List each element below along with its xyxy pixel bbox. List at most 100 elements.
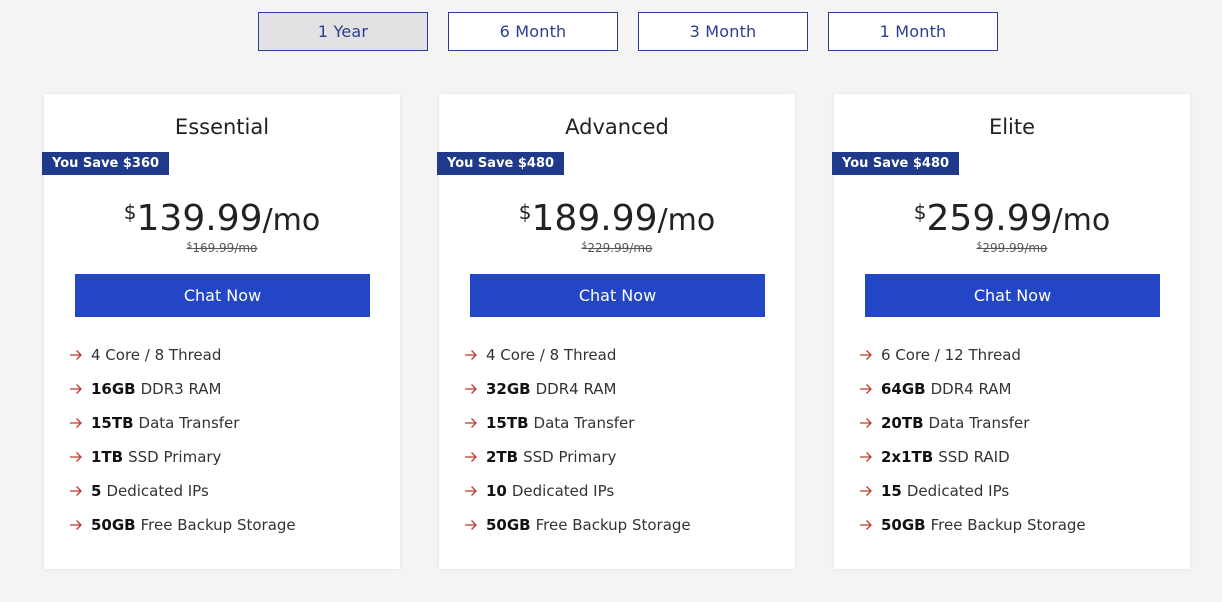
feature-item: 64GB DDR4 RAM bbox=[859, 372, 1086, 406]
feature-item: 2TB SSD Primary bbox=[464, 440, 691, 474]
price-amount: 259.99 bbox=[926, 198, 1053, 239]
feature-text: Data Transfer bbox=[928, 414, 1030, 432]
plan-name: Essential bbox=[174, 115, 270, 139]
feature-value: 5 bbox=[91, 482, 102, 500]
original-price: $169.99/mo bbox=[44, 241, 400, 255]
feature-value: 15TB bbox=[486, 414, 529, 432]
feature-text: DDR4 RAM bbox=[535, 380, 617, 398]
arrow-right-icon bbox=[69, 383, 83, 395]
feature-text: DDR4 RAM bbox=[930, 380, 1012, 398]
arrow-right-icon bbox=[859, 383, 873, 395]
feature-value: 10 bbox=[486, 482, 507, 500]
feature-item: 20TB Data Transfer bbox=[859, 406, 1086, 440]
original-price: $229.99/mo bbox=[439, 241, 795, 255]
price-period: /mo bbox=[657, 203, 716, 238]
feature-value: 15 bbox=[881, 482, 902, 500]
feature-text: 4 Core / 8 Thread bbox=[91, 346, 222, 364]
plan-name: Advanced bbox=[565, 115, 669, 139]
arrow-right-icon bbox=[464, 383, 478, 395]
feature-text: Free Backup Storage bbox=[140, 516, 296, 534]
feature-value: 15TB bbox=[91, 414, 134, 432]
feature-value: 16GB bbox=[91, 380, 136, 398]
feature-text: Free Backup Storage bbox=[930, 516, 1086, 534]
feature-value: 20TB bbox=[881, 414, 924, 432]
currency-symbol: $ bbox=[518, 200, 532, 224]
plan-price: $139.99/mo bbox=[44, 198, 400, 239]
plan-cards: Essential You Save $360 $139.99/mo $169.… bbox=[42, 94, 1190, 569]
feature-item: 50GB Free Backup Storage bbox=[464, 508, 691, 542]
arrow-right-icon bbox=[69, 519, 83, 531]
feature-value: 50GB bbox=[91, 516, 136, 534]
feature-value: 32GB bbox=[486, 380, 531, 398]
feature-value: 2x1TB bbox=[881, 448, 934, 466]
feature-item: 15TB Data Transfer bbox=[69, 406, 296, 440]
feature-value: 50GB bbox=[881, 516, 926, 534]
old-price-amount: 299.99/mo bbox=[982, 241, 1048, 255]
savings-badge: You Save $480 bbox=[437, 152, 565, 175]
feature-item: 50GB Free Backup Storage bbox=[859, 508, 1086, 542]
feature-value: 1TB bbox=[91, 448, 124, 466]
arrow-right-icon bbox=[859, 451, 873, 463]
tab-6-month[interactable]: 6 Month bbox=[448, 12, 618, 51]
price-period: /mo bbox=[1052, 203, 1111, 238]
feature-text: 6 Core / 12 Thread bbox=[881, 346, 1021, 364]
arrow-right-icon bbox=[464, 417, 478, 429]
tab-3-month[interactable]: 3 Month bbox=[638, 12, 808, 51]
feature-item: 2x1TB SSD RAID bbox=[859, 440, 1086, 474]
arrow-right-icon bbox=[69, 417, 83, 429]
feature-text: Dedicated IPs bbox=[511, 482, 615, 500]
feature-value: 50GB bbox=[486, 516, 531, 534]
feature-item: 1TB SSD Primary bbox=[69, 440, 296, 474]
feature-item: 5 Dedicated IPs bbox=[69, 474, 296, 508]
chat-now-button[interactable]: Chat Now bbox=[75, 274, 370, 317]
plan-card-advanced: Advanced You Save $480 $189.99/mo $229.9… bbox=[437, 94, 795, 569]
feature-item: 16GB DDR3 RAM bbox=[69, 372, 296, 406]
tab-1-month[interactable]: 1 Month bbox=[828, 12, 998, 51]
feature-text: Dedicated IPs bbox=[106, 482, 209, 500]
chat-now-button[interactable]: Chat Now bbox=[470, 274, 765, 317]
arrow-right-icon bbox=[464, 485, 478, 497]
arrow-right-icon bbox=[69, 349, 83, 361]
feature-item: 50GB Free Backup Storage bbox=[69, 508, 296, 542]
price-amount: 189.99 bbox=[531, 198, 658, 239]
currency-symbol: $ bbox=[913, 200, 927, 224]
arrow-right-icon bbox=[464, 519, 478, 531]
plan-card-elite: Elite You Save $480 $259.99/mo $299.99/m… bbox=[832, 94, 1190, 569]
old-price-amount: 229.99/mo bbox=[587, 241, 653, 255]
feature-item: 4 Core / 8 Thread bbox=[69, 338, 296, 372]
feature-item: 15TB Data Transfer bbox=[464, 406, 691, 440]
feature-item: 6 Core / 12 Thread bbox=[859, 338, 1086, 372]
feature-text: Free Backup Storage bbox=[535, 516, 691, 534]
price-amount: 139.99 bbox=[136, 198, 263, 239]
arrow-right-icon bbox=[859, 349, 873, 361]
feature-list: 4 Core / 8 Thread 32GB DDR4 RAM 15TB Data … bbox=[464, 338, 691, 542]
arrow-right-icon bbox=[859, 417, 873, 429]
currency-symbol: $ bbox=[123, 200, 137, 224]
feature-item: 15 Dedicated IPs bbox=[859, 474, 1086, 508]
billing-period-tabs: 1 Year 6 Month 3 Month 1 Month bbox=[258, 12, 998, 51]
old-price-amount: 169.99/mo bbox=[192, 241, 258, 255]
feature-text: 4 Core / 8 Thread bbox=[486, 346, 617, 364]
feature-value: 64GB bbox=[881, 380, 926, 398]
plan-price: $189.99/mo bbox=[439, 198, 795, 239]
savings-badge: You Save $480 bbox=[832, 152, 960, 175]
feature-text: DDR3 RAM bbox=[140, 380, 222, 398]
feature-text: SSD RAID bbox=[938, 448, 1010, 466]
arrow-right-icon bbox=[464, 349, 478, 361]
plan-price: $259.99/mo bbox=[834, 198, 1190, 239]
tab-1-year[interactable]: 1 Year bbox=[258, 12, 428, 51]
feature-text: SSD Primary bbox=[128, 448, 222, 466]
feature-list: 4 Core / 8 Thread 16GB DDR3 RAM 15TB Data … bbox=[69, 338, 296, 542]
savings-badge: You Save $360 bbox=[42, 152, 170, 175]
arrow-right-icon bbox=[859, 519, 873, 531]
feature-item: 4 Core / 8 Thread bbox=[464, 338, 691, 372]
feature-text: Dedicated IPs bbox=[906, 482, 1010, 500]
chat-now-button[interactable]: Chat Now bbox=[865, 274, 1160, 317]
feature-list: 6 Core / 12 Thread 64GB DDR4 RAM 20TB Data… bbox=[859, 338, 1086, 542]
original-price: $299.99/mo bbox=[834, 241, 1190, 255]
plan-card-essential: Essential You Save $360 $139.99/mo $169.… bbox=[42, 94, 400, 569]
feature-item: 32GB DDR4 RAM bbox=[464, 372, 691, 406]
arrow-right-icon bbox=[859, 485, 873, 497]
feature-text: Data Transfer bbox=[138, 414, 240, 432]
price-period: /mo bbox=[262, 203, 321, 238]
